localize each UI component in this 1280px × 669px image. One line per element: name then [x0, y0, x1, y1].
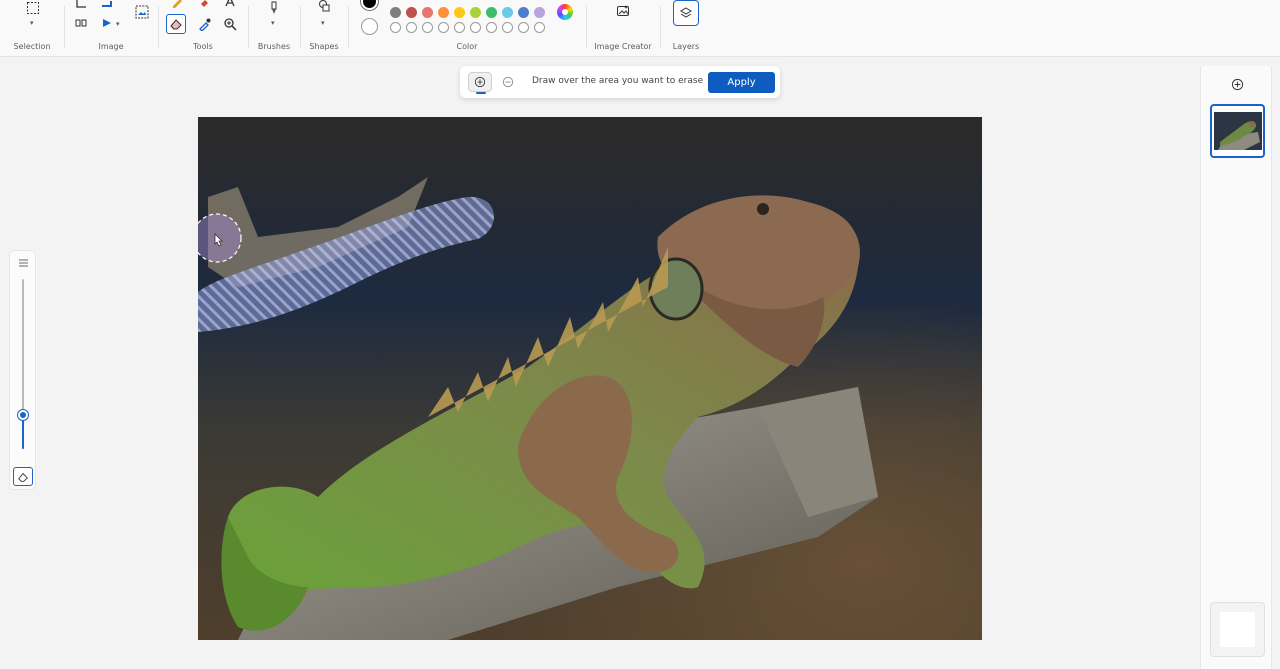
magnifier-icon[interactable]	[221, 16, 239, 32]
eraser-icon[interactable]	[166, 14, 186, 34]
fill-icon[interactable]	[195, 0, 213, 10]
flip-icon[interactable]	[72, 15, 90, 31]
custom-color-swatch[interactable]	[406, 22, 417, 33]
custom-color-swatch[interactable]	[502, 22, 513, 33]
custom-color-swatch[interactable]	[422, 22, 433, 33]
minus-circle-icon	[502, 76, 514, 88]
rotate-icon[interactable]	[98, 15, 116, 31]
eraser-icon	[18, 472, 28, 482]
brushes-group-label: Brushes	[257, 42, 291, 51]
color-wheel-icon[interactable]	[557, 4, 573, 20]
add-layer-button[interactable]	[1228, 75, 1246, 93]
add-area-button[interactable]	[468, 72, 492, 94]
chevron-down-icon[interactable]: ▾	[321, 19, 325, 27]
plus-circle-icon	[474, 76, 486, 88]
image-group: ▾ Image	[64, 0, 158, 57]
erase-hint-text: Draw over the area you want to erase	[532, 76, 704, 86]
plus-circle-icon	[1231, 78, 1243, 90]
brush-size-panel	[9, 250, 36, 490]
custom-color-swatch[interactable]	[486, 22, 497, 33]
color-swatch[interactable]	[470, 7, 481, 18]
shapes-group: ▾ Shapes	[300, 0, 348, 57]
apply-button[interactable]: Apply	[708, 72, 775, 93]
layers-icon	[680, 7, 692, 18]
brush-size-fill	[22, 415, 24, 449]
image-select-icon[interactable]	[132, 3, 152, 21]
image-creator-group-label: Image Creator	[594, 42, 652, 51]
pencil-icon[interactable]	[168, 0, 186, 10]
brush-size-thumb[interactable]	[18, 410, 28, 420]
color-swatch[interactable]	[486, 7, 497, 18]
color-swatch[interactable]	[454, 7, 465, 18]
color-swatch[interactable]	[422, 7, 433, 18]
color-swatch[interactable]	[534, 7, 545, 18]
custom-color-swatch[interactable]	[518, 22, 529, 33]
erase-toolbar: Draw over the area you want to erase App…	[460, 66, 780, 98]
primary-color-swatch[interactable]	[361, 0, 378, 10]
image-layer-icon	[1214, 112, 1262, 150]
layers-button[interactable]	[673, 0, 699, 26]
canvas-image[interactable]	[198, 117, 982, 640]
shapes-icon[interactable]	[315, 0, 333, 14]
tools-group: Tools	[158, 0, 248, 57]
image-group-label: Image	[98, 42, 124, 51]
brushes-group: ▾ Brushes	[248, 0, 300, 57]
brush-shape-button[interactable]	[13, 467, 33, 486]
custom-color-swatch[interactable]	[470, 22, 481, 33]
ribbon: ▾ Selection ▾ Image Tools ▾ Brushes ▾ Sh…	[0, 0, 1280, 57]
layers-group-label: Layers	[672, 42, 700, 51]
layers-panel	[1200, 66, 1272, 669]
custom-color-swatch[interactable]	[534, 22, 545, 33]
color-group: Color	[348, 0, 586, 57]
chevron-down-icon[interactable]: ▾	[271, 19, 275, 27]
custom-color-swatch[interactable]	[438, 22, 449, 33]
chevron-down-icon[interactable]: ▾	[30, 19, 34, 27]
brush-size-icon	[19, 259, 28, 267]
rect-selection-icon[interactable]	[24, 0, 42, 16]
selection-group: ▾ Selection	[0, 0, 64, 57]
crop-icon[interactable]	[72, 0, 90, 12]
color-swatch[interactable]	[390, 7, 401, 18]
tools-group-label: Tools	[193, 42, 213, 51]
background-layer[interactable]	[1210, 602, 1265, 657]
color-swatch[interactable]	[438, 7, 449, 18]
color-picker-icon[interactable]	[196, 16, 214, 32]
remove-area-button[interactable]	[496, 72, 520, 92]
background-layer-preview	[1220, 612, 1255, 647]
shapes-group-label: Shapes	[309, 42, 339, 51]
chevron-down-icon[interactable]: ▾	[116, 20, 120, 28]
selection-group-label: Selection	[13, 42, 51, 51]
resize-icon[interactable]	[98, 0, 116, 12]
secondary-color-swatch[interactable]	[361, 18, 378, 35]
text-icon[interactable]	[221, 0, 239, 10]
color-group-label: Color	[456, 42, 478, 51]
image-layer[interactable]	[1210, 104, 1265, 158]
brush-icon[interactable]	[265, 0, 283, 16]
color-swatch[interactable]	[502, 7, 513, 18]
color-swatch[interactable]	[406, 7, 417, 18]
layers-group: Layers	[660, 0, 712, 57]
image-creator-group: Image Creator	[586, 0, 660, 57]
color-swatch[interactable]	[518, 7, 529, 18]
custom-color-swatch[interactable]	[390, 22, 401, 33]
image-creator-icon[interactable]	[614, 3, 632, 19]
custom-color-swatch[interactable]	[454, 22, 465, 33]
